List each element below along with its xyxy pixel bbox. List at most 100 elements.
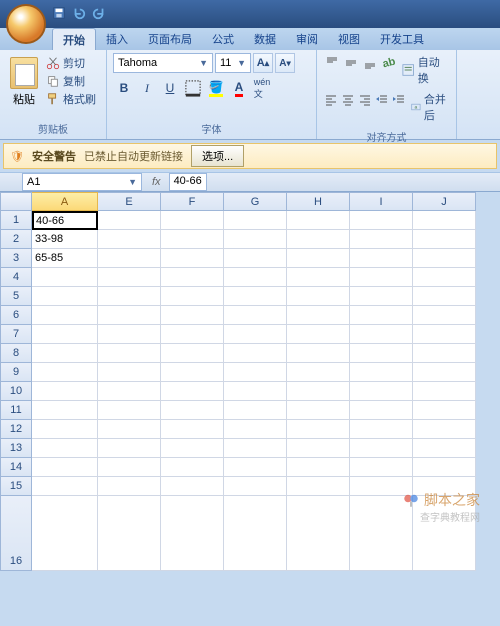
fill-color-button[interactable]: 🪣 xyxy=(205,77,227,99)
cell[interactable] xyxy=(98,458,161,477)
cell[interactable] xyxy=(350,458,413,477)
cell[interactable] xyxy=(287,287,350,306)
cell[interactable] xyxy=(350,268,413,287)
orientation-button[interactable]: ab xyxy=(378,51,401,75)
cell[interactable] xyxy=(32,344,98,363)
cell[interactable] xyxy=(287,230,350,249)
security-options-button[interactable]: 选项... xyxy=(191,145,244,167)
underline-button[interactable]: U xyxy=(159,77,181,99)
cell[interactable] xyxy=(224,306,287,325)
row-header[interactable]: 10 xyxy=(0,382,32,401)
tab-page-layout[interactable]: 页面布局 xyxy=(138,28,202,50)
cell[interactable] xyxy=(98,420,161,439)
cell[interactable] xyxy=(413,230,476,249)
column-header[interactable]: I xyxy=(350,192,413,211)
cell[interactable] xyxy=(287,211,350,230)
cell[interactable] xyxy=(287,496,350,571)
cell[interactable] xyxy=(32,287,98,306)
row-header[interactable]: 11 xyxy=(0,401,32,420)
row-header[interactable]: 16 xyxy=(0,496,32,571)
cell[interactable] xyxy=(287,363,350,382)
cell[interactable] xyxy=(98,249,161,268)
cell[interactable] xyxy=(224,401,287,420)
shrink-font-button[interactable]: A▾ xyxy=(275,53,295,73)
cell[interactable] xyxy=(350,211,413,230)
phonetic-button[interactable]: wén文 xyxy=(251,77,273,99)
cell[interactable] xyxy=(224,382,287,401)
cell[interactable] xyxy=(287,325,350,344)
align-right-button[interactable] xyxy=(357,90,373,110)
cell[interactable] xyxy=(98,268,161,287)
cell[interactable] xyxy=(413,306,476,325)
tab-insert[interactable]: 插入 xyxy=(96,28,138,50)
fx-icon[interactable]: fx xyxy=(152,176,161,188)
cell[interactable] xyxy=(161,287,224,306)
cell[interactable] xyxy=(161,363,224,382)
cell[interactable] xyxy=(161,344,224,363)
row-header[interactable]: 6 xyxy=(0,306,32,325)
cell[interactable] xyxy=(224,268,287,287)
cell[interactable] xyxy=(161,477,224,496)
cell[interactable] xyxy=(224,477,287,496)
cell[interactable] xyxy=(224,420,287,439)
border-button[interactable] xyxy=(182,77,204,99)
font-size-combo[interactable]: 11▼ xyxy=(215,53,251,73)
office-button[interactable] xyxy=(6,4,46,44)
cell[interactable] xyxy=(32,382,98,401)
cell[interactable] xyxy=(287,249,350,268)
increase-indent-button[interactable] xyxy=(391,90,407,110)
cell[interactable] xyxy=(413,268,476,287)
row-header[interactable]: 7 xyxy=(0,325,32,344)
cell[interactable] xyxy=(161,268,224,287)
cell[interactable] xyxy=(287,268,350,287)
cell[interactable] xyxy=(350,325,413,344)
cell[interactable] xyxy=(98,344,161,363)
cell[interactable] xyxy=(98,287,161,306)
cell[interactable] xyxy=(32,401,98,420)
cut-button[interactable]: 剪切 xyxy=(46,55,96,71)
cell[interactable] xyxy=(98,439,161,458)
align-top-button[interactable] xyxy=(323,53,341,73)
merge-center-button[interactable]: a合并后 xyxy=(408,90,450,124)
cell[interactable] xyxy=(350,420,413,439)
row-header[interactable]: 15 xyxy=(0,477,32,496)
row-header[interactable]: 9 xyxy=(0,363,32,382)
align-middle-button[interactable] xyxy=(342,53,360,73)
formula-bar[interactable]: 40-66 xyxy=(169,173,207,191)
font-name-combo[interactable]: Tahoma▼ xyxy=(113,53,213,73)
cell[interactable] xyxy=(287,306,350,325)
cell[interactable] xyxy=(224,363,287,382)
row-header[interactable]: 12 xyxy=(0,420,32,439)
tab-view[interactable]: 视图 xyxy=(328,28,370,50)
cell[interactable] xyxy=(350,249,413,268)
cell[interactable] xyxy=(98,496,161,571)
cell[interactable] xyxy=(98,477,161,496)
cell[interactable] xyxy=(413,344,476,363)
row-header[interactable]: 8 xyxy=(0,344,32,363)
cell[interactable] xyxy=(224,211,287,230)
column-header[interactable]: G xyxy=(224,192,287,211)
cell[interactable] xyxy=(413,458,476,477)
row-header[interactable]: 3 xyxy=(0,249,32,268)
cell[interactable] xyxy=(161,458,224,477)
cell[interactable] xyxy=(287,401,350,420)
row-header[interactable]: 2 xyxy=(0,230,32,249)
cell[interactable] xyxy=(350,287,413,306)
tab-home[interactable]: 开始 xyxy=(52,28,96,50)
cell[interactable] xyxy=(287,477,350,496)
cell[interactable] xyxy=(287,344,350,363)
row-header[interactable]: 14 xyxy=(0,458,32,477)
column-header[interactable]: H xyxy=(287,192,350,211)
cell[interactable] xyxy=(161,496,224,571)
cell[interactable] xyxy=(350,439,413,458)
cell[interactable] xyxy=(224,458,287,477)
tab-review[interactable]: 审阅 xyxy=(286,28,328,50)
copy-button[interactable]: 复制 xyxy=(46,73,96,89)
align-center-button[interactable] xyxy=(340,90,356,110)
row-header[interactable]: 5 xyxy=(0,287,32,306)
bold-button[interactable]: B xyxy=(113,77,135,99)
cell[interactable] xyxy=(98,211,161,230)
cell[interactable] xyxy=(350,382,413,401)
align-left-button[interactable] xyxy=(323,90,339,110)
tab-formulas[interactable]: 公式 xyxy=(202,28,244,50)
